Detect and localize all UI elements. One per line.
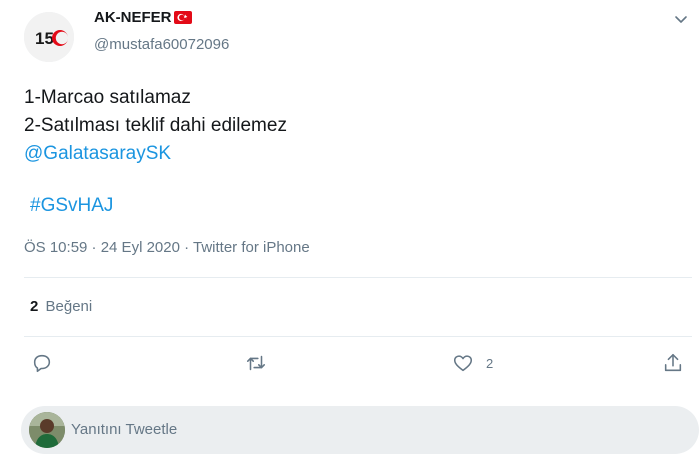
tweet-timestamp-source[interactable]: ÖS 10:59 · 24 Eyl 2020 · Twitter for iPh… (24, 239, 310, 256)
divider (24, 336, 692, 337)
likes-label: Beğeni (45, 298, 93, 315)
user-avatar (29, 412, 65, 448)
retweet-button[interactable] (245, 352, 267, 374)
likes-count: 2 (30, 298, 39, 315)
reply-icon (33, 354, 51, 373)
share-button[interactable] (662, 352, 684, 374)
author-name-row: AK-NEFER (94, 9, 192, 26)
author-avatar[interactable]: 150 (24, 12, 74, 62)
author-display-name[interactable]: AK-NEFER (94, 9, 172, 26)
share-icon (664, 353, 682, 372)
chevron-down-icon[interactable] (674, 12, 688, 26)
turkey-flag-icon (173, 11, 192, 24)
like-count: 2 (486, 355, 494, 371)
like-button[interactable]: 2 (452, 352, 493, 374)
tweet-line-2: 2-Satılması teklif dahi edilemez (24, 115, 287, 136)
reply-composer[interactable]: Yanıtını Tweetle (21, 406, 699, 454)
heart-icon (453, 355, 473, 372)
tweet-line-1: 1-Marcao satılamaz (24, 87, 191, 108)
divider (24, 277, 692, 278)
reply-button[interactable] (31, 352, 53, 374)
author-handle[interactable]: @mustafa60072096 (94, 36, 229, 53)
reply-input-placeholder: Yanıtını Tweetle (71, 421, 178, 438)
likes-summary[interactable]: 2 Beğeni (30, 298, 92, 315)
tweet-text: 1-Marcao satılamaz 2-Satılması teklif da… (24, 84, 287, 168)
tweet-card: 150 AK-NEFER @mustafa60072096 1-Marcao s… (0, 0, 700, 467)
hashtag-link[interactable]: #GSvHAJ (30, 195, 113, 217)
mention-link[interactable]: @GalatasaraySK (24, 140, 287, 168)
retweet-icon (246, 355, 266, 371)
